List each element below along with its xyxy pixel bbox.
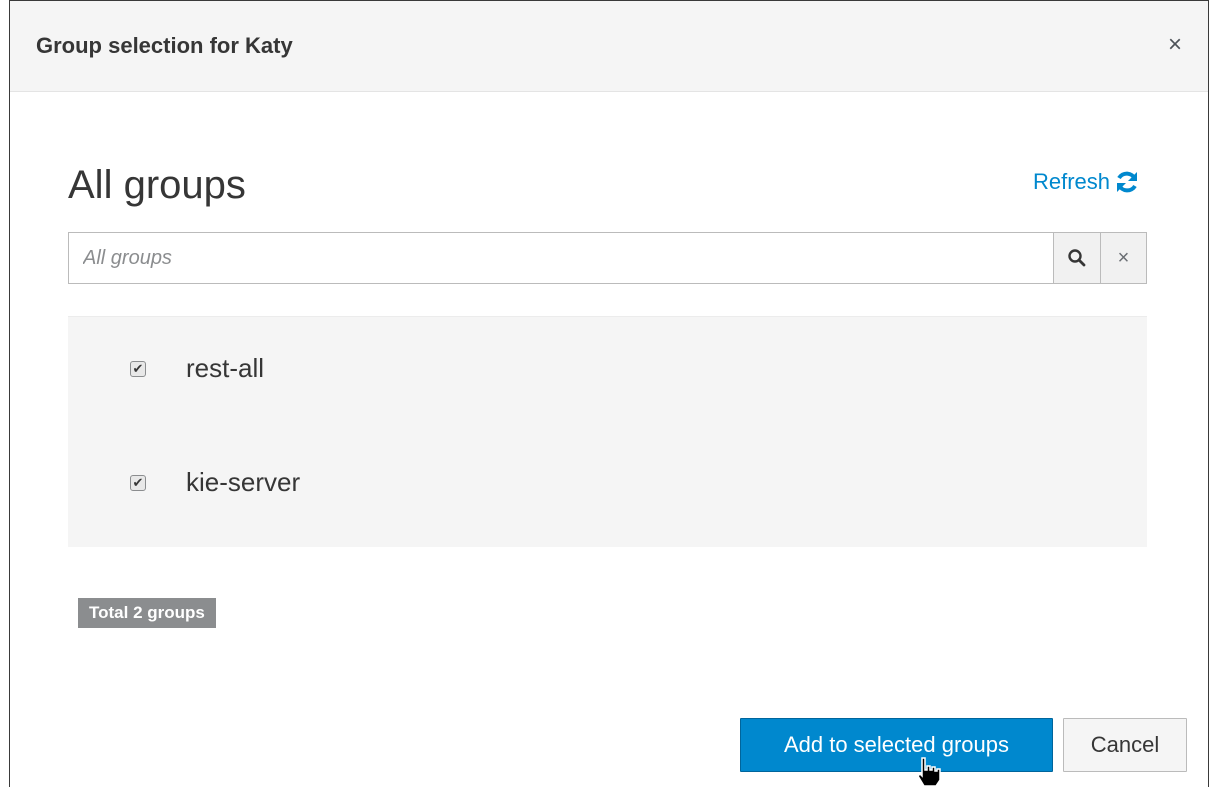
search-icon (1068, 249, 1086, 267)
close-icon[interactable]: × (1168, 33, 1182, 57)
list-item[interactable]: ✔ kie-server (130, 467, 300, 498)
dialog-title: Group selection for Katy (36, 33, 293, 58)
group-selection-dialog: Group selection for Katy × All groups Re… (9, 0, 1209, 787)
add-to-selected-groups-button[interactable]: Add to selected groups (740, 718, 1053, 772)
refresh-label: Refresh (1032, 169, 1110, 194)
list-item[interactable]: ✔ rest-all (130, 353, 264, 384)
group-label: rest-all (186, 353, 265, 383)
dialog-header: Group selection for Katy × (10, 1, 1208, 92)
refresh-icon (1117, 171, 1137, 193)
section-title: All groups (68, 163, 246, 207)
refresh-link[interactable]: Refresh (1033, 169, 1140, 195)
search-input[interactable] (68, 232, 1053, 284)
clear-icon: × (1117, 246, 1130, 269)
group-checkbox[interactable]: ✔ (130, 474, 146, 491)
search-button[interactable] (1053, 232, 1101, 284)
hand-cursor-icon (917, 757, 941, 787)
total-count-badge: Total 2 groups (78, 598, 216, 628)
clear-search-button[interactable]: × (1101, 232, 1147, 284)
search-bar: × (68, 232, 1147, 284)
group-checkbox[interactable]: ✔ (130, 360, 146, 377)
group-label: kie-server (186, 467, 301, 497)
group-list: ✔ rest-all ✔ kie-server (68, 316, 1147, 547)
cancel-button[interactable]: Cancel (1063, 718, 1187, 772)
